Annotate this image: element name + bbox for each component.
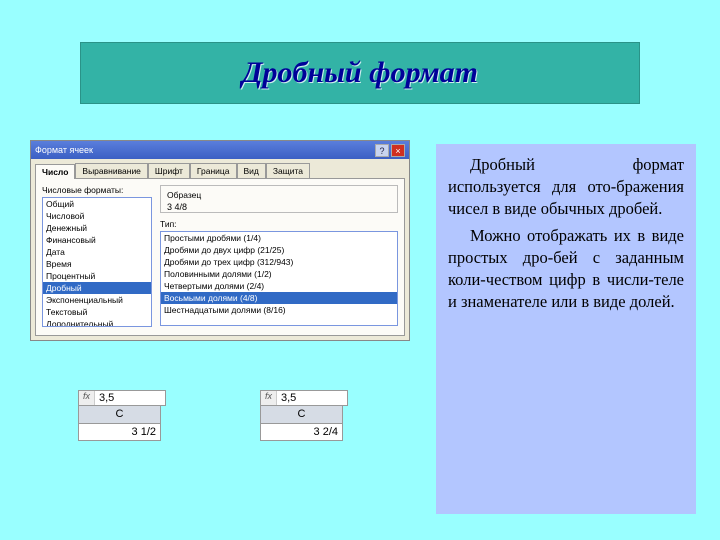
tab-border[interactable]: Граница <box>190 163 237 178</box>
category-item[interactable]: Дата <box>43 246 151 258</box>
category-item[interactable]: Общий <box>43 198 151 210</box>
description-p2: Можно отображать их в виде простых дро-б… <box>448 225 684 312</box>
dialog-titlebar: Формат ячеек ? × <box>31 141 409 159</box>
type-item[interactable]: Дробями до трех цифр (312/943) <box>161 256 397 268</box>
category-item[interactable]: Денежный <box>43 222 151 234</box>
fx-icon: fx <box>261 391 277 405</box>
description-p1: Дробный формат используется для ото-браж… <box>448 154 684 219</box>
type-item[interactable]: Половинными долями (1/2) <box>161 268 397 280</box>
type-item[interactable]: Восьмыми долями (4/8) <box>161 292 397 304</box>
category-item[interactable]: Числовой <box>43 210 151 222</box>
column-header: C <box>261 406 343 423</box>
formula-bar: fx 3,5 <box>78 390 166 406</box>
category-item[interactable]: Время <box>43 258 151 270</box>
category-item[interactable]: Финансовый <box>43 234 151 246</box>
fx-icon: fx <box>79 391 95 405</box>
formula-bar: fx 3,5 <box>260 390 348 406</box>
tab-alignment[interactable]: Выравнивание <box>75 163 148 178</box>
category-item[interactable]: Текстовый <box>43 306 151 318</box>
format-cells-dialog: Формат ячеек ? × Число Выравнивание Шриф… <box>30 140 410 341</box>
label-number-formats: Числовые форматы: <box>42 185 152 195</box>
category-item[interactable]: Процентный <box>43 270 151 282</box>
tab-number[interactable]: Число <box>35 164 75 179</box>
slide-title-bar: Дробный формат <box>80 42 640 104</box>
cell-value: 3 1/2 <box>79 423 161 440</box>
column-header: C <box>79 406 161 423</box>
cell-snippet-1: fx 3,5 C 3 1/2 <box>78 390 166 441</box>
tab-font[interactable]: Шрифт <box>148 163 190 178</box>
type-listbox[interactable]: Простыми дробями (1/4)Дробями до двух ци… <box>160 231 398 326</box>
category-item[interactable]: Дополнительный <box>43 318 151 327</box>
help-button[interactable]: ? <box>375 144 389 157</box>
type-item[interactable]: Четвертыми долями (2/4) <box>161 280 397 292</box>
formula-value: 3,5 <box>95 392 114 404</box>
type-item[interactable]: Дробями до двух цифр (21/25) <box>161 244 397 256</box>
category-item[interactable]: Дробный <box>43 282 151 294</box>
dialog-title: Формат ячеек <box>35 145 375 155</box>
category-listbox[interactable]: ОбщийЧисловойДенежныйФинансовыйДатаВремя… <box>42 197 152 327</box>
cell-value: 3 2/4 <box>261 423 343 440</box>
type-item[interactable]: Шестнадцатыми долями (8/16) <box>161 304 397 316</box>
category-item[interactable]: Экспоненциальный <box>43 294 151 306</box>
type-item[interactable]: Простыми дробями (1/4) <box>161 232 397 244</box>
label-sample: Образец <box>167 190 391 200</box>
cell-table: C 3 2/4 <box>260 406 343 441</box>
dialog-tabs: Число Выравнивание Шрифт Граница Вид Защ… <box>31 159 409 178</box>
formula-value: 3,5 <box>277 392 296 404</box>
sample-value: 3 4/8 <box>167 202 391 212</box>
sample-box: Образец 3 4/8 <box>160 185 398 213</box>
tab-body: Числовые форматы: ОбщийЧисловойДенежныйФ… <box>35 178 405 336</box>
description-box: Дробный формат используется для ото-браж… <box>436 144 696 514</box>
tab-protection[interactable]: Защита <box>266 163 310 178</box>
cell-table: C 3 1/2 <box>78 406 161 441</box>
slide-title: Дробный формат <box>242 56 478 90</box>
cell-snippet-2: fx 3,5 C 3 2/4 <box>260 390 348 441</box>
close-button[interactable]: × <box>391 144 405 157</box>
tab-view[interactable]: Вид <box>237 163 266 178</box>
label-type: Тип: <box>160 219 398 229</box>
